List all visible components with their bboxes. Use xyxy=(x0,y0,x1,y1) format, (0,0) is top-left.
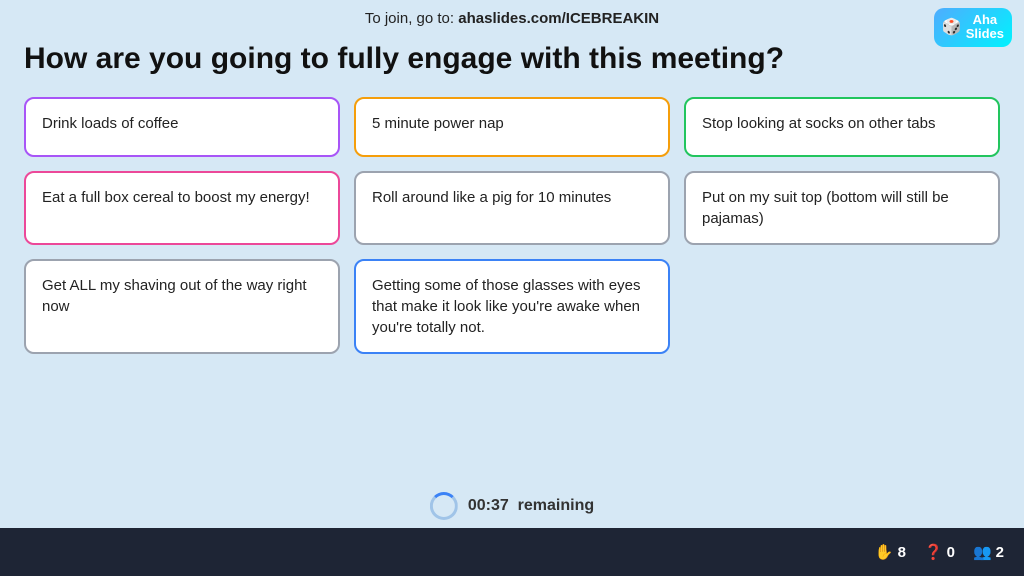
join-url: ahaslides.com/ICEBREAKIN xyxy=(458,10,659,27)
card-3: Stop looking at socks on other tabs xyxy=(684,97,1000,157)
stat-hands: ✋ 8 xyxy=(875,543,906,561)
users-icon: 👥 xyxy=(973,543,992,561)
bottom-bar: ✋ 8 ❓ 0 👥 2 xyxy=(0,528,1024,576)
card-2: 5 minute power nap xyxy=(354,97,670,157)
question-icon: ❓ xyxy=(924,543,943,561)
aha-slides-logo[interactable]: 🎲 Aha Slides xyxy=(934,8,1012,47)
timer-spinner xyxy=(430,492,458,520)
card-5: Roll around like a pig for 10 minutes xyxy=(354,171,670,245)
card-6: Put on my suit top (bottom will still be… xyxy=(684,171,1000,245)
top-bar: To join, go to: ahaslides.com/ICEBREAKIN… xyxy=(0,0,1024,33)
card-4: Eat a full box cereal to boost my energy… xyxy=(24,171,340,245)
cards-grid: Drink loads of coffee 5 minute power nap… xyxy=(0,97,1024,354)
stat-users: 👥 2 xyxy=(973,543,1004,561)
question-heading: How are you going to fully engage with t… xyxy=(0,33,1024,93)
timer-area: 00:37 remaining xyxy=(430,492,594,520)
card-8: Getting some of those glasses with eyes … xyxy=(354,259,670,354)
card-1: Drink loads of coffee xyxy=(24,97,340,157)
join-text: To join, go to: ahaslides.com/ICEBREAKIN xyxy=(365,10,659,27)
logo-text: Aha Slides xyxy=(966,13,1004,42)
hand-icon: ✋ xyxy=(875,543,894,561)
timer-text: 00:37 remaining xyxy=(468,497,594,515)
card-7: Get ALL my shaving out of the way right … xyxy=(24,259,340,354)
stat-questions: ❓ 0 xyxy=(924,543,955,561)
logo-icon: 🎲 xyxy=(942,17,962,37)
